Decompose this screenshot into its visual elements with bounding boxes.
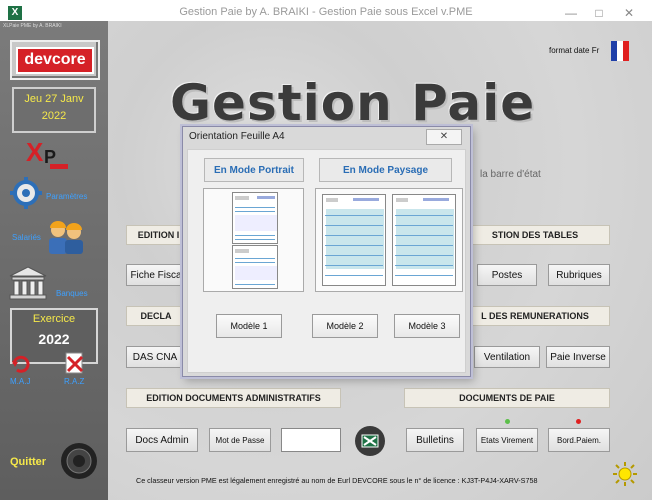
tables-header: STION DES TABLES [460,225,610,245]
sun-icon[interactable] [612,461,638,487]
sidebar-top-text: XLPaie PME by A. BRAIKI [3,23,62,29]
minimize-button[interactable]: — [556,3,586,23]
portrait-page-2 [232,245,278,289]
docs-admin-button[interactable]: Docs Admin [126,428,198,452]
close-icon: ✕ [439,131,449,142]
date-line2: 2022 [41,110,67,122]
remunerations-header: L DES REMUNERATIONS [460,306,610,326]
parametres-label[interactable]: Paramètres [46,192,87,201]
xp-logo-icon: X P [26,137,68,169]
portrait-preview[interactable] [203,188,304,292]
workers-icon[interactable] [44,216,88,256]
maj-label[interactable]: M.A.J [10,377,30,386]
salaries-label[interactable]: Salariés [12,233,41,242]
mot-de-passe-button[interactable]: Mot de Passe [209,428,271,452]
quitter-label[interactable]: Quitter [10,456,46,468]
modele-3-button[interactable]: Modèle 3 [394,314,460,338]
status-red-dot [576,419,581,424]
paysage-preview[interactable] [315,188,463,292]
power-button-icon[interactable] [60,442,98,480]
etats-virement-button[interactable]: Etats Virement [476,428,538,452]
window-title: Gestion Paie by A. BRAIKI - Gestion Paie… [179,6,473,18]
brand-label: devcore [24,50,86,68]
dialog-close-button[interactable]: ✕ [426,129,462,145]
delete-document-icon[interactable] [64,351,86,375]
close-button[interactable]: ✕ [614,3,644,23]
app-big-title: Gestion Paie [170,74,536,132]
dialog-title: Orientation Feuille A4 [189,131,285,142]
devcore-logo-button[interactable]: devcore [10,40,100,80]
license-footer: Ce classeur version PME est légalement e… [136,476,538,485]
bulletins-button[interactable]: Bulletins [406,428,464,452]
exercice-label: Exercice [32,313,76,325]
restore-button[interactable]: □ [584,3,614,23]
devcore-logo: devcore [16,46,94,74]
das-cnas-button[interactable]: DAS CNA [126,346,184,368]
orientation-dialog: Orientation Feuille A4 ✕ En Mode Portrai… [182,126,471,377]
ventilation-button[interactable]: Ventilation [474,346,540,368]
portrait-mode-header: En Mode Portrait [204,158,304,182]
fiche-fiscale-button[interactable]: Fiche Fisca [126,264,186,286]
paysage-mode-header: En Mode Paysage [319,158,452,182]
status-green-dot [505,419,510,424]
status-bar-hint: la barre d'état [480,169,541,180]
dialog-body: En Mode Portrait En Mode Paysage Modèle … [187,149,466,373]
paysage-page-2 [392,194,456,286]
password-field[interactable] [281,428,341,452]
date-box: Jeu 27 Janv 2022 [12,87,96,133]
sidebar: XLPaie PME by A. BRAIKI devcore Jeu 27 J… [0,21,108,500]
bord-paiem-button[interactable]: Bord.Paiem. [548,428,610,452]
excel-export-icon[interactable] [353,425,387,457]
bank-icon[interactable] [8,265,48,301]
rubriques-button[interactable]: Rubriques [548,264,610,286]
modele-2-button[interactable]: Modèle 2 [312,314,378,338]
paie-inverse-button[interactable]: Paie Inverse [546,346,610,368]
refresh-icon[interactable] [10,353,32,375]
postes-button[interactable]: Postes [477,264,537,286]
docs-admin-header: EDITION DOCUMENTS ADMINISTRATIFS [126,388,341,408]
raz-label[interactable]: R.A.Z [64,377,84,386]
portrait-page-1 [232,192,278,244]
exercice-year: 2022 [38,331,70,347]
banques-label[interactable]: Banques [56,289,88,298]
paysage-page-1 [322,194,386,286]
format-date-label: format date Fr [549,46,600,55]
svg-text:X: X [26,137,44,167]
docs-paie-header: DOCUMENTS DE PAIE [404,388,610,408]
french-flag-icon[interactable] [611,41,629,61]
declarations-header: DECLA [126,306,186,326]
date-line1: Jeu 27 Janv [24,93,84,105]
gear-icon[interactable] [10,177,42,209]
modele-1-button[interactable]: Modèle 1 [216,314,282,338]
